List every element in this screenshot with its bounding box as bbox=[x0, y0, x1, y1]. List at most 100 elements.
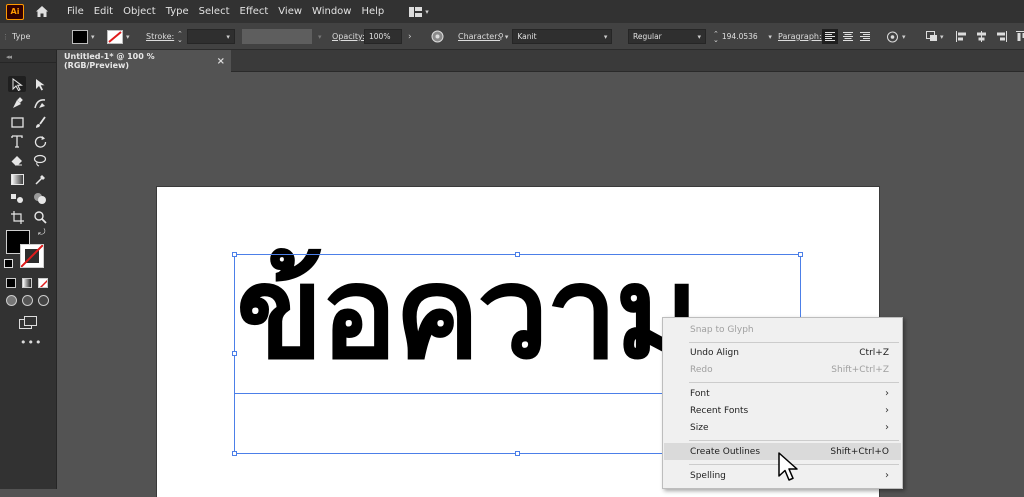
font-style-value: Regular bbox=[633, 32, 662, 41]
zoom-tool-icon[interactable] bbox=[31, 209, 49, 225]
chevron-right-icon: › bbox=[885, 388, 889, 399]
stroke-label[interactable]: Stroke: bbox=[146, 23, 174, 50]
draw-inside-icon[interactable] bbox=[38, 295, 49, 306]
color-mode-icon[interactable] bbox=[6, 278, 16, 288]
direct-selection-tool-icon[interactable] bbox=[31, 76, 49, 92]
opacity-field[interactable]: 100% › bbox=[364, 23, 412, 50]
chevron-down-icon: ▾ bbox=[940, 33, 944, 41]
selection-handle[interactable] bbox=[798, 252, 803, 257]
panel-collapse-icon[interactable]: ◂◂ bbox=[6, 53, 11, 61]
fill-swatch[interactable]: ▾ bbox=[72, 23, 95, 50]
menu-item-snap-to-glyph[interactable]: Snap to Glyph bbox=[664, 321, 901, 338]
stepper-arrows-icon: ⌃⌄ bbox=[713, 31, 719, 43]
menu-item-redo[interactable]: Redo Shift+Ctrl+Z bbox=[664, 361, 901, 378]
mouse-cursor-icon bbox=[778, 452, 800, 484]
eyedropper-tool-icon[interactable] bbox=[31, 171, 49, 187]
chevron-right-icon: › bbox=[885, 422, 889, 433]
font-family-field[interactable]: ⚲ ▾ Kanit▾ bbox=[498, 23, 612, 50]
rectangle-tool-icon[interactable] bbox=[8, 114, 26, 130]
menu-item-label: Spelling bbox=[690, 471, 726, 481]
selection-handle[interactable] bbox=[232, 252, 237, 257]
vertical-align-top-icon[interactable] bbox=[1016, 31, 1024, 42]
chevron-right-icon: › bbox=[885, 470, 889, 481]
selection-handle[interactable] bbox=[232, 351, 237, 356]
default-fill-stroke-icon[interactable] bbox=[4, 259, 13, 268]
eraser-tool-icon[interactable] bbox=[8, 152, 26, 168]
selection-handle[interactable] bbox=[515, 451, 520, 456]
close-icon[interactable]: × bbox=[217, 56, 225, 67]
chevron-down-icon: ▾ bbox=[505, 33, 509, 41]
shape-builder-tool-icon[interactable] bbox=[31, 190, 49, 206]
paragraph-align-group bbox=[822, 23, 872, 50]
font-style-field[interactable]: Regular▾ bbox=[628, 23, 706, 50]
menu-item-font[interactable]: Font › bbox=[664, 385, 901, 402]
pen-tool-icon[interactable] bbox=[8, 95, 26, 111]
font-size-value: 194.0536 bbox=[722, 32, 758, 41]
more-tools-icon[interactable]: ••• bbox=[20, 336, 42, 349]
align-right-icon[interactable] bbox=[858, 29, 872, 44]
menu-item-undo-align[interactable]: Undo Align Ctrl+Z bbox=[664, 344, 901, 361]
curvature-tool-icon[interactable] bbox=[31, 95, 49, 111]
chevron-down-icon: ▾ bbox=[318, 33, 322, 41]
panel-grip-icon: ⋮ bbox=[2, 23, 9, 50]
artboard-tool-icon[interactable] bbox=[8, 209, 26, 225]
paintbrush-tool-icon[interactable] bbox=[31, 114, 49, 130]
chevron-down-icon: ▾ bbox=[902, 33, 906, 41]
align-to-icon[interactable]: ▾ bbox=[926, 23, 944, 50]
align-objects-group bbox=[956, 23, 1024, 50]
menu-item-size[interactable]: Size › bbox=[664, 419, 901, 436]
menu-file[interactable]: File bbox=[62, 6, 89, 17]
variable-width-profile[interactable]: ▾ bbox=[242, 23, 322, 50]
menu-separator bbox=[689, 440, 899, 441]
chevron-right-icon: › bbox=[885, 405, 889, 416]
type-tool-icon[interactable] bbox=[8, 133, 26, 149]
gradient-mode-icon[interactable] bbox=[22, 278, 32, 288]
menu-select[interactable]: Select bbox=[194, 6, 235, 17]
horizontal-align-left-icon[interactable] bbox=[956, 31, 967, 42]
search-icon: ⚲ bbox=[498, 32, 504, 41]
menu-object[interactable]: Object bbox=[118, 6, 161, 17]
menu-item-recent-fonts[interactable]: Recent Fonts › bbox=[664, 402, 901, 419]
blend-tool-icon[interactable] bbox=[8, 190, 26, 206]
font-family-value: Kanit bbox=[517, 32, 536, 41]
recolor-artwork-icon[interactable] bbox=[431, 23, 444, 50]
draw-behind-icon[interactable] bbox=[22, 295, 33, 306]
none-mode-icon[interactable] bbox=[38, 278, 48, 288]
lasso-tool-icon[interactable] bbox=[31, 152, 49, 168]
menu-window[interactable]: Window bbox=[307, 6, 356, 17]
draw-normal-icon[interactable] bbox=[6, 295, 17, 306]
menu-help[interactable]: Help bbox=[356, 6, 389, 17]
stroke-swatch[interactable]: ▾ bbox=[107, 23, 130, 50]
horizontal-align-center-icon[interactable] bbox=[976, 31, 987, 42]
opacity-label[interactable]: Opacity: bbox=[332, 23, 365, 50]
selection-handle[interactable] bbox=[232, 451, 237, 456]
stroke-color-swatch[interactable] bbox=[20, 244, 44, 268]
horizontal-align-right-icon[interactable] bbox=[996, 31, 1007, 42]
screen-mode-icon[interactable] bbox=[19, 314, 37, 333]
rotate-tool-icon[interactable] bbox=[31, 133, 49, 149]
paragraph-label[interactable]: Paragraph: bbox=[778, 23, 822, 50]
align-left-icon[interactable] bbox=[822, 29, 838, 44]
menu-edit[interactable]: Edit bbox=[89, 6, 118, 17]
home-icon[interactable] bbox=[34, 5, 50, 19]
menu-effect[interactable]: Effect bbox=[235, 6, 274, 17]
menu-type[interactable]: Type bbox=[161, 6, 194, 17]
document-tab[interactable]: Untitled-1* @ 100 % (RGB/Preview) × bbox=[57, 50, 231, 72]
gradient-tool-icon[interactable] bbox=[8, 171, 26, 187]
font-size-field[interactable]: ⌃⌄ 194.0536▾ bbox=[713, 23, 772, 50]
selection-tool-icon[interactable] bbox=[8, 76, 26, 92]
control-bar: ⋮ Type ▾ ▾ Stroke: ⌃⌄ ▾ ▾ Opacity: 100% … bbox=[0, 23, 1024, 50]
swap-fill-stroke-icon[interactable]: ⤾ bbox=[38, 228, 46, 238]
menu-view[interactable]: View bbox=[273, 6, 307, 17]
align-center-icon[interactable] bbox=[841, 29, 855, 44]
workspace-switcher[interactable]: ▾ bbox=[409, 7, 429, 17]
workspace-switcher-icon bbox=[409, 7, 422, 17]
text-baseline bbox=[234, 393, 664, 394]
tool-label: Type bbox=[12, 23, 30, 50]
opacity-value[interactable]: 100% bbox=[364, 29, 402, 44]
character-label[interactable]: Character: bbox=[458, 23, 500, 50]
menu-bar: Ai File Edit Object Type Select Effect V… bbox=[0, 0, 1024, 23]
selection-handle[interactable] bbox=[515, 252, 520, 257]
stroke-weight-stepper[interactable]: ⌃⌄ ▾ bbox=[177, 23, 235, 50]
global-edit-icon[interactable]: ▾ bbox=[886, 23, 906, 50]
